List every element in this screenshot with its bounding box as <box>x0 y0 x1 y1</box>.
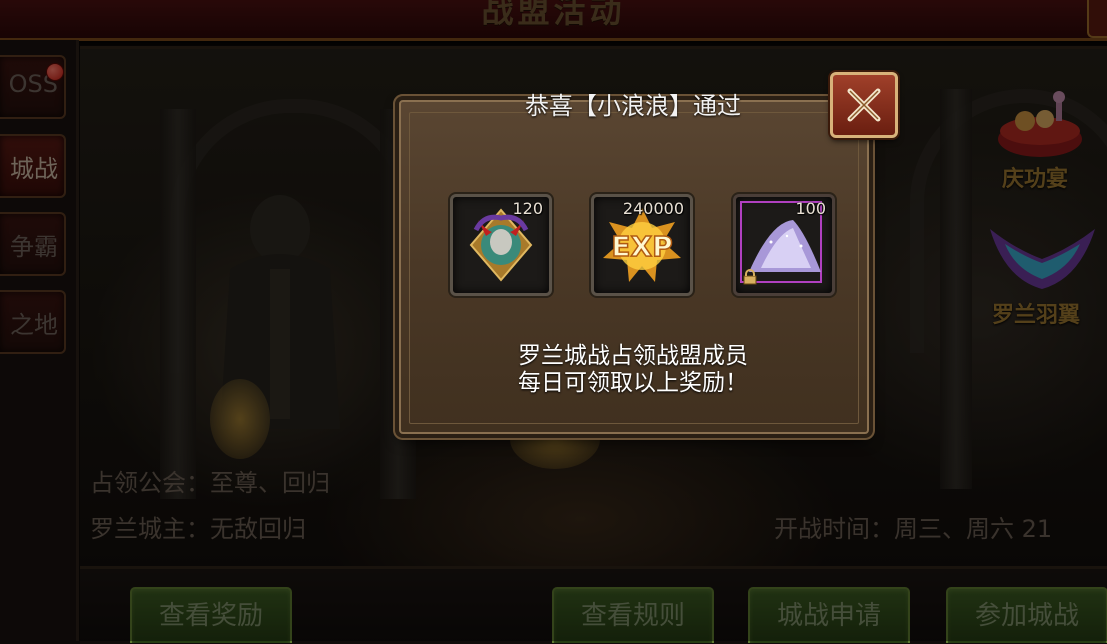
reward-slot-medal[interactable]: 120 <box>450 194 552 296</box>
item-count: 100 <box>795 199 826 218</box>
title-bar: 战盟活动 <box>0 0 1107 41</box>
stone-pillar <box>940 89 972 489</box>
apply-siege-button[interactable]: 城战申请 <box>748 587 910 643</box>
tab-contest[interactable]: 争霸 <box>0 212 66 276</box>
view-rules-button[interactable]: 查看规则 <box>552 587 714 643</box>
view-rewards-button[interactable]: 查看奖励 <box>130 587 292 643</box>
page-title: 战盟活动 <box>481 0 626 30</box>
city-lord-text: 罗兰城主：无敌回归 <box>90 515 306 543</box>
tab-land[interactable]: 之地 <box>0 290 66 354</box>
popup-message-line2: 每日可领取以上奖励！ <box>518 370 748 396</box>
reward-slot-exp[interactable]: EXP 240000 <box>591 194 693 296</box>
lock-icon <box>743 269 757 285</box>
title-bar-corner-button[interactable] <box>1087 0 1107 38</box>
wings-label[interactable]: 罗兰羽翼 <box>992 297 1080 329</box>
tab-label: 争霸 <box>10 233 58 261</box>
wings-icon[interactable] <box>985 219 1100 299</box>
tab-city-war[interactable]: 城战 <box>0 134 66 198</box>
exp-text: EXP <box>611 230 672 263</box>
notification-dot-icon <box>46 63 64 81</box>
popup-title: 恭喜【小浪浪】通过 <box>525 92 741 120</box>
occupying-guild-text: 占领公会：至尊、回归 <box>90 469 330 497</box>
reward-slot-powder[interactable]: 100 <box>733 194 835 296</box>
battle-time-text: 开战时间：周三、周六 21 <box>774 515 1053 543</box>
close-button[interactable] <box>830 72 898 138</box>
banquet-label[interactable]: 庆功宴 <box>1002 161 1068 193</box>
item-count: 240000 <box>622 199 684 218</box>
join-siege-button[interactable]: 参加城战 <box>946 587 1107 643</box>
item-count: 120 <box>512 199 543 218</box>
torch-glow <box>210 379 270 459</box>
tab-label: 城战 <box>10 155 58 183</box>
stone-pillar <box>160 109 196 499</box>
tab-label: 之地 <box>10 311 58 339</box>
banquet-icon[interactable] <box>990 79 1090 169</box>
close-icon <box>847 88 881 122</box>
